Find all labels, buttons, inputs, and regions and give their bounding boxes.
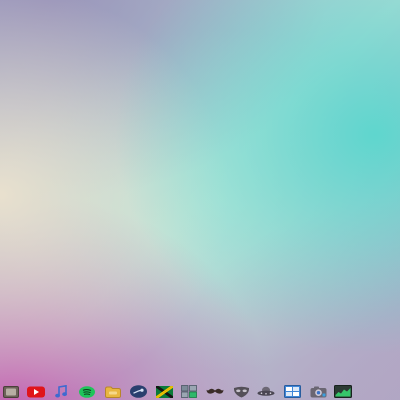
- folder-icon: [105, 386, 121, 398]
- dock-item-system-monitor[interactable]: [334, 384, 352, 399]
- system-monitor-icon: [334, 385, 352, 398]
- dock-item-music[interactable]: [52, 384, 70, 399]
- spotify-icon: [79, 385, 95, 398]
- steam-icon: [129, 385, 147, 398]
- dock-item-file-manager[interactable]: [2, 384, 20, 399]
- desktop-wallpaper: [0, 0, 400, 400]
- dock-item-mustache[interactable]: [206, 384, 224, 399]
- dock-item-youtube[interactable]: [27, 384, 45, 399]
- dock-item-ufo[interactable]: [257, 384, 275, 399]
- dock-item-spotify[interactable]: [78, 384, 96, 399]
- dock-item-flag[interactable]: [155, 384, 173, 399]
- dock-item-control-panel[interactable]: [180, 384, 198, 399]
- window-manager-icon: [283, 385, 301, 398]
- music-note-icon: [55, 384, 67, 397]
- mustache-icon: [206, 388, 224, 394]
- dock-item-folder[interactable]: [104, 384, 122, 399]
- dock-item-mask[interactable]: [232, 384, 250, 399]
- youtube-icon: [27, 386, 45, 397]
- dock: [0, 384, 400, 400]
- dock-item-window-manager[interactable]: [283, 384, 301, 399]
- dock-item-steam[interactable]: [129, 384, 147, 399]
- ufo-icon: [257, 386, 275, 396]
- camera-icon: [310, 386, 326, 397]
- control-panel-icon: [181, 385, 197, 398]
- file-manager-icon: [3, 385, 19, 398]
- flag-icon: [155, 385, 173, 398]
- mask-icon: [233, 386, 249, 397]
- dock-item-camera[interactable]: [309, 384, 327, 399]
